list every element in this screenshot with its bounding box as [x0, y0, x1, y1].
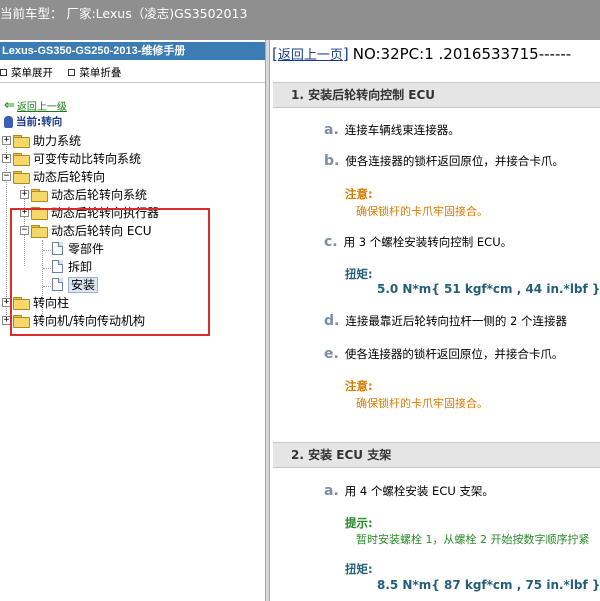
note-title: 注意: [345, 187, 373, 201]
step-a: a. 连接车辆线束连接器。 [324, 122, 460, 138]
note-title: 注意: [345, 379, 373, 393]
torque-value: 5.0 N*m{ 51 kgf*cm , 44 in.*lbf } [377, 282, 600, 296]
collapse-menu-button[interactable]: 菜单折叠 [68, 65, 121, 80]
step-c: c. 用 3 个螺栓安装转向控制 ECU。 [324, 234, 513, 250]
folder-icon [13, 134, 30, 148]
divider [0, 82, 265, 83]
expand-menu-button[interactable]: 菜单展开 [0, 65, 53, 80]
tree-node-dynamic-rear-steering-actuator[interactable]: + 动态后轮转向执行器 [20, 204, 159, 222]
square-icon [68, 68, 76, 76]
folder-icon [31, 206, 48, 220]
back-up-level-link[interactable]: ⇐ 返回上一级 [4, 98, 67, 113]
document-icon [52, 242, 63, 255]
note-text: 确保锁杆的卡爪牢固接合。 [356, 397, 488, 410]
hint-title: 提示: [345, 516, 373, 530]
manual-title: Lexus-GS350-GS250-2013-维修手册 [0, 42, 265, 60]
folder-icon [13, 314, 30, 328]
section-heading: 2. 安装 ECU 支架 [273, 442, 600, 468]
content-pane: [返回上一页] NO:32PC:1 .2016533715------ 1. 安装… [270, 40, 600, 601]
document-header: [返回上一页] NO:32PC:1 .2016533715------ [272, 45, 572, 63]
collapse-minus-icon[interactable]: − [2, 172, 11, 181]
back-up-level-text[interactable]: 返回上一级 [17, 102, 67, 113]
tree-node-steering-column[interactable]: + 转向柱 [2, 294, 69, 312]
back-page-link[interactable]: 返回上一页 [278, 48, 343, 63]
location-pin-icon [4, 116, 13, 128]
tree-node-power-steering[interactable]: + 助力系统 [2, 132, 81, 150]
back-arrow-icon: ⇐ [4, 98, 15, 113]
torque-value: 8.5 N*m{ 87 kgf*cm , 75 in.*lbf } [377, 578, 600, 592]
tree-node-dynamic-rear-steering-ecu[interactable]: − 动态后轮转向 ECU [20, 222, 152, 240]
expand-plus-icon[interactable]: + [2, 154, 11, 163]
folder-open-icon [13, 170, 30, 184]
document-number: NO:32PC:1 .2016533715------ [352, 45, 572, 63]
expand-plus-icon[interactable]: + [2, 298, 11, 307]
folder-icon [13, 296, 30, 310]
step-d: d. 连接最靠近后轮转向拉杆一侧的 2 个连接器 [324, 313, 567, 329]
selected-tree-label: 安装 [68, 277, 99, 293]
tree-node-dynamic-rear-steering-system[interactable]: + 动态后轮转向系统 [20, 186, 147, 204]
tree-node-variable-gear-ratio[interactable]: + 可变传动比转向系统 [2, 150, 141, 168]
expand-plus-icon[interactable]: + [2, 316, 11, 325]
folder-open-icon [31, 224, 48, 238]
current-location: 当前:转向 [4, 114, 62, 129]
step-e: e. 使各连接器的锁杆返回原位，并接合卡爪。 [324, 346, 564, 362]
hint-text: 暂时安装螺栓 1，从螺栓 2 开始按数字顺序拧紧 [356, 533, 590, 546]
collapse-minus-icon[interactable]: − [20, 226, 29, 235]
expand-plus-icon[interactable]: + [2, 136, 11, 145]
step-b: b. 使各连接器的锁杆返回原位，并接合卡爪。 [324, 153, 564, 169]
tree-leaf-installation[interactable]: 安装 [52, 276, 99, 294]
menu-toolbar: 菜单展开 菜单折叠 [0, 65, 133, 80]
torque-title: 扭矩: [345, 562, 373, 576]
note-text: 确保锁杆的卡爪牢固接合。 [356, 205, 488, 218]
tree-leaf-removal[interactable]: 拆卸 [52, 258, 92, 276]
step-a: a. 用 4 个螺栓安装 ECU 支架。 [324, 483, 494, 499]
tree-leaf-components[interactable]: 零部件 [52, 240, 104, 258]
folder-icon [31, 188, 48, 202]
torque-title: 扭矩: [345, 267, 373, 281]
window-title: 当前车型： 厂家:Lexus（凌志)GS3502013 [0, 6, 248, 21]
navigation-pane: Lexus-GS350-GS250-2013-维修手册 菜单展开 菜单折叠 ⇐ 返… [0, 40, 265, 601]
tree-node-steering-gear-linkage[interactable]: + 转向机/转向传动机构 [2, 312, 145, 330]
section-heading: 1. 安装后轮转向控制 ECU [273, 82, 600, 108]
expand-plus-icon[interactable]: + [20, 190, 29, 199]
tree-node-dynamic-rear-steering[interactable]: − 动态后轮转向 [2, 168, 105, 186]
expand-plus-icon[interactable]: + [20, 208, 29, 217]
window-title-bar: 当前车型： 厂家:Lexus（凌志)GS3502013 [0, 0, 600, 40]
folder-icon [13, 152, 30, 166]
square-icon [0, 68, 7, 76]
document-icon [52, 278, 63, 291]
document-icon [52, 260, 63, 273]
